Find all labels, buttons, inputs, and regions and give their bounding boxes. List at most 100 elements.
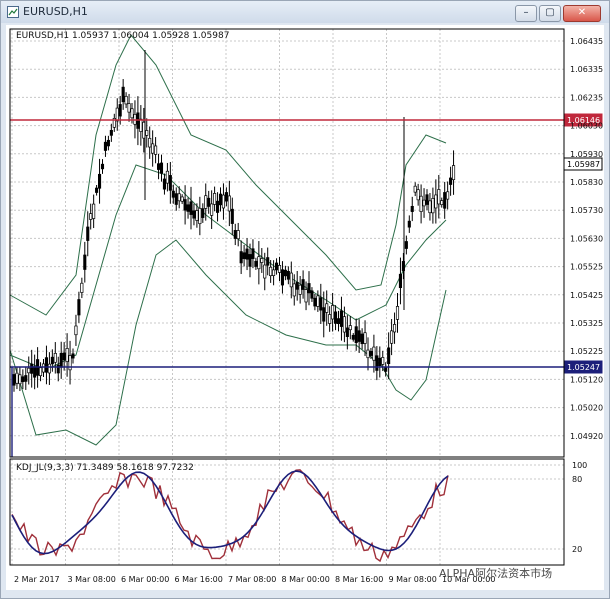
candle-body: [398, 273, 403, 289]
candle-body: [254, 260, 258, 267]
candle-body: [251, 248, 255, 259]
candle-body: [283, 269, 287, 277]
candle-body: [183, 199, 187, 211]
candle-body: [434, 194, 438, 209]
price-tick-label: 1.05120: [570, 375, 603, 384]
candle-body: [298, 284, 302, 295]
candle-body: [224, 192, 228, 202]
price-tick-label: 1.05730: [570, 206, 603, 215]
candle-body: [24, 375, 28, 382]
candle-body: [257, 256, 261, 270]
candle-body: [12, 374, 16, 386]
time-tick-label: 3 Mar 08:00: [68, 575, 116, 584]
price-tick-label: 1.06235: [570, 93, 603, 102]
candle-body: [151, 143, 155, 154]
candle-body: [242, 252, 246, 259]
candle-body: [304, 289, 308, 303]
candle-body: [86, 226, 90, 241]
candle-body: [275, 262, 279, 271]
level-price-label: 1.05247: [567, 363, 600, 372]
candle-body: [192, 210, 196, 219]
candle-body: [218, 193, 223, 206]
candle-body: [157, 163, 161, 170]
price-panel-frame: [9, 28, 565, 458]
candle-body: [145, 130, 149, 136]
candle-body: [360, 333, 364, 345]
time-tick-label: 6 Mar 00:00: [121, 575, 169, 584]
candle-body: [233, 230, 237, 239]
candle-body: [289, 272, 293, 288]
candle-body: [103, 141, 108, 151]
window-title: EURUSD,H1: [23, 5, 88, 18]
candle-body: [95, 187, 99, 193]
candle-body: [198, 207, 202, 225]
candle-body: [322, 307, 326, 322]
price-tick-label: 1.05425: [570, 291, 603, 300]
candle-body: [21, 376, 25, 383]
candle-body: [339, 310, 344, 327]
price-tick-label: 1.05020: [570, 404, 603, 413]
price-chart-svg[interactable]: 1.061461.059871.05247 1.064351.063351.06…: [6, 25, 604, 590]
candle-body: [230, 208, 234, 224]
candle-body: [207, 197, 211, 207]
candle-body: [440, 200, 444, 206]
kdj-j-line: [11, 469, 449, 563]
candle-body: [404, 241, 408, 249]
candle-body: [59, 352, 63, 368]
chart-window: EURUSD,H1 – ▢ ✕ 1.06146 1.05987 1.05247 1.…: [0, 0, 610, 599]
candle-body: [15, 372, 19, 384]
time-tick-label: 6 Mar 16:00: [175, 575, 223, 584]
candle-body: [210, 203, 214, 216]
kdj-info-text: KDJ_JL(9,3,3) 71.3489 58.1618 97.7232: [16, 463, 194, 473]
minimize-button[interactable]: –: [515, 5, 537, 22]
candle-body: [336, 318, 341, 325]
candle-body: [280, 269, 285, 286]
candle-body: [269, 266, 273, 277]
title-bar: EURUSD,H1 – ▢ ✕: [1, 1, 609, 23]
candle-body: [437, 189, 441, 205]
price-tick-label: 1.04920: [570, 432, 603, 441]
candle-body: [38, 367, 43, 377]
candle-body: [248, 254, 252, 267]
candle-body: [201, 208, 205, 218]
time-tick-label: 9 Mar 08:00: [389, 575, 437, 584]
price-tick-label: 1.06435: [570, 37, 603, 46]
candle-body: [221, 194, 226, 209]
candle-body: [227, 195, 231, 212]
candle-body: [431, 198, 435, 214]
candle-body: [162, 178, 167, 190]
candle-body: [27, 367, 31, 374]
candle-body: [334, 311, 338, 324]
kdj-k-line: [11, 470, 449, 555]
candle-body: [168, 175, 172, 191]
chart-icon: [7, 6, 19, 18]
candle-body: [260, 258, 264, 263]
kdj-tick-label: 20: [572, 545, 582, 554]
maximize-button[interactable]: ▢: [539, 5, 561, 22]
price-tick-label: 1.05525: [570, 263, 603, 272]
candle-body: [354, 326, 358, 344]
candle-body: [313, 297, 317, 307]
candle-body: [74, 325, 78, 336]
time-tick-label: 7 Mar 08:00: [228, 575, 276, 584]
candle-body: [121, 86, 125, 103]
price-tick-label: 1.05325: [570, 319, 603, 328]
candle-body: [328, 314, 332, 324]
candlestick-series: [12, 50, 456, 392]
candle-body: [272, 269, 276, 276]
candle-body: [384, 367, 388, 372]
candle-body: [425, 194, 429, 205]
candle-body: [310, 290, 314, 299]
candle-body: [216, 200, 220, 213]
candle-body: [387, 347, 391, 365]
candle-body: [213, 193, 217, 205]
time-tick-label: 8 Mar 16:00: [335, 575, 383, 584]
candle-body: [80, 282, 84, 293]
chart-canvas[interactable]: 1.06146 1.05987 1.05247 1.06435 1.06335 1.06…: [6, 25, 604, 590]
candle-body: [416, 189, 420, 201]
candle-body: [266, 257, 270, 266]
candle-body: [316, 295, 320, 307]
candle-body: [148, 137, 152, 148]
close-button[interactable]: ✕: [563, 5, 601, 22]
candle-body: [375, 355, 379, 371]
